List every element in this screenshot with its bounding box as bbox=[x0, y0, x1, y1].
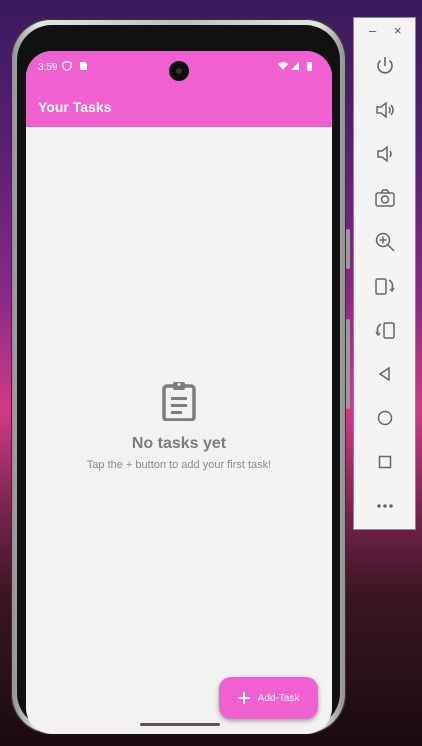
overview-button[interactable] bbox=[373, 450, 397, 474]
zoom-in-icon bbox=[375, 232, 395, 252]
volume-down-button[interactable] bbox=[373, 142, 397, 166]
overview-icon bbox=[378, 455, 392, 469]
rotate-left-button[interactable] bbox=[373, 274, 397, 298]
status-time: 3:59 bbox=[38, 62, 58, 73]
camera-icon bbox=[375, 189, 395, 207]
emulator-toolbar: – × bbox=[353, 17, 416, 530]
back-icon bbox=[378, 366, 390, 382]
shield-icon bbox=[62, 61, 72, 71]
device-frame: 3:59 Your Tasks No tasks yet Tap the + b… bbox=[11, 19, 350, 734]
volume-up-button[interactable] bbox=[373, 98, 397, 122]
volume-down-icon bbox=[377, 145, 392, 163]
battery-icon bbox=[307, 62, 312, 71]
close-button[interactable]: × bbox=[394, 23, 402, 38]
power-button[interactable] bbox=[373, 54, 397, 78]
device-volume-button[interactable] bbox=[346, 319, 350, 409]
back-button[interactable] bbox=[373, 362, 397, 386]
wifi-icon bbox=[278, 62, 288, 70]
screenshot-button[interactable] bbox=[373, 186, 397, 210]
empty-state-subtext: Tap the + button to add your first task! bbox=[86, 459, 272, 471]
rotate-right-icon bbox=[375, 322, 395, 339]
app-bar: 3:59 Your Tasks bbox=[26, 51, 332, 127]
more-icon bbox=[377, 504, 393, 508]
gesture-navigation-bar[interactable] bbox=[140, 723, 220, 726]
device-side-button[interactable] bbox=[346, 229, 350, 269]
volume-up-icon bbox=[376, 101, 394, 119]
rotate-right-button[interactable] bbox=[373, 318, 397, 342]
rotate-left-icon bbox=[375, 278, 395, 295]
sim-card-icon bbox=[80, 62, 87, 70]
front-camera bbox=[169, 61, 189, 81]
device-screen: 3:59 Your Tasks No tasks yet Tap the + b… bbox=[26, 51, 332, 734]
home-icon bbox=[377, 410, 393, 426]
add-task-label: Add-Task bbox=[257, 692, 300, 704]
page-title: Your Tasks bbox=[38, 99, 112, 115]
minimize-button[interactable]: – bbox=[369, 23, 376, 38]
more-button[interactable] bbox=[373, 494, 397, 518]
plus-icon bbox=[237, 692, 250, 704]
power-icon bbox=[377, 57, 393, 74]
signal-icon bbox=[291, 62, 299, 70]
zoom-button[interactable] bbox=[373, 230, 397, 254]
empty-state-heading: No tasks yet bbox=[131, 435, 227, 452]
home-button[interactable] bbox=[373, 406, 397, 430]
toolbar-header: – × bbox=[354, 18, 417, 46]
add-task-button[interactable]: Add-Task bbox=[219, 677, 318, 719]
empty-state: No tasks yet Tap the + button to add you… bbox=[26, 381, 332, 471]
clipboard-icon bbox=[162, 382, 196, 421]
